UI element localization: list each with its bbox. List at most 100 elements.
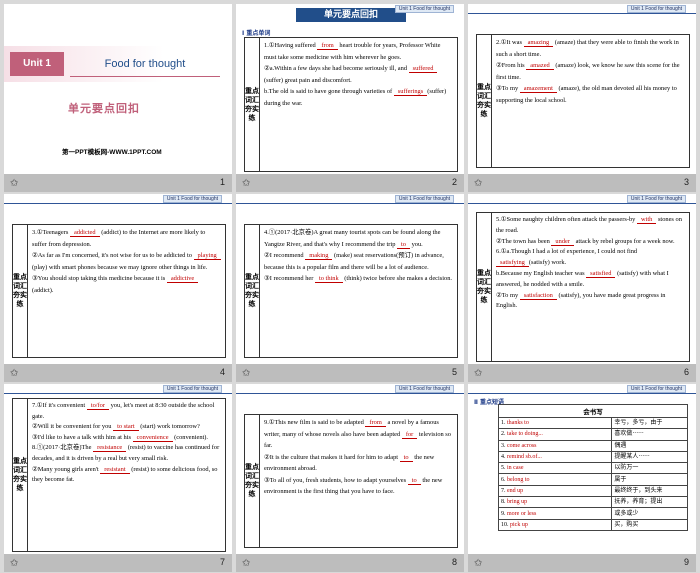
answer-blank: sufferings	[393, 88, 428, 96]
answer-blank: satisfaction	[519, 291, 557, 300]
slide-preview: Unit 1 Food for thought Ⅱ 重点短语 会书写 1. th…	[468, 384, 696, 554]
thumbnail-bar: ✩ 5	[236, 364, 464, 382]
table-row: 4. remind sb.of... 提醒某人······	[497, 450, 688, 464]
exercise-line: b.The old is said to have gone through v…	[264, 88, 447, 107]
exercise-line: 3.①Teenagers addicted (addict) to the In…	[32, 229, 206, 248]
exercise-line: 2.①It was amazing (amaze) that they were…	[496, 39, 679, 58]
slide-thumbnail-1[interactable]: Unit 1 Food for thought 单元要点回扣 第一PPT模板网-…	[4, 4, 232, 192]
table-row: 3. come across 偶遇	[497, 439, 688, 452]
slide-thumbnail-7[interactable]: Unit 1 Food for thought 重点词汇夯实练 7.①If it…	[4, 384, 232, 572]
table-row: 6. belong to 属于	[497, 473, 688, 486]
slide-number: 2	[451, 177, 457, 187]
exercise-line: ②Many young girls aren't resistant (resi…	[32, 465, 218, 484]
star-animation-icon[interactable]: ✩	[242, 178, 250, 189]
slide-preview: Unit 1 Food for thought 重点词汇夯实练 9.①This …	[236, 384, 464, 554]
exercise-line: ②It is the culture that makes it hard fo…	[264, 453, 435, 472]
exercise-line: 8.①(2017·北京卷)The resistance (resist) to …	[32, 444, 220, 462]
answer-blank: playing	[193, 252, 221, 260]
answer-blank: with	[636, 216, 657, 224]
exercise-line: 1.①Having suffered from heart trouble fo…	[264, 42, 441, 61]
side-label: 重点词汇夯实练	[13, 399, 28, 551]
answer-blank: suffered	[408, 65, 438, 73]
answer-blank: to start	[113, 423, 139, 432]
slide-preview: Unit 1 Food for thought 重点词汇夯实练 3.①Teena…	[4, 194, 232, 364]
answer-blank: to	[399, 453, 413, 462]
answer-blank: addictive	[166, 275, 199, 283]
slide-number: 5	[451, 367, 457, 377]
exercise-line: ②Will it be convenient for you to start …	[32, 423, 200, 432]
answer-blank: resistant	[100, 465, 130, 474]
answer-blank: satisfying	[496, 259, 529, 268]
slide-number: 4	[219, 367, 225, 377]
answer-blank: satisfied	[586, 269, 616, 278]
answer-blank: under	[551, 237, 574, 246]
thumbnail-bar: ✩ 8	[236, 554, 464, 572]
table-row: 1. thanks to 幸亏，多亏，由于	[497, 416, 688, 430]
exercise-box: 重点词汇夯实练 9.①This new film is said to be a…	[244, 414, 458, 548]
exercise-line: ③I recommend her to think (think) twice …	[264, 275, 453, 283]
side-label: 重点词汇夯实练	[245, 415, 260, 547]
cover-footer: 第一PPT模板网-WWW.1PPT.COM	[62, 149, 162, 156]
side-label: 重点词汇夯实练	[245, 225, 260, 357]
exercise-line: 9.①This new film is said to be adapted f…	[264, 419, 451, 449]
exercise-line: ②a.Within a few days she had become seri…	[264, 63, 453, 86]
exercise-line: ②As far as I'm concerned, it's not wise …	[32, 250, 221, 273]
star-animation-icon[interactable]: ✩	[10, 558, 18, 569]
thumbnail-bar: ✩ 1	[4, 174, 232, 192]
slide-preview: Unit 1 Food for thought 重点词汇夯实练 5.①Some …	[468, 194, 696, 364]
answer-blank: addicted	[69, 229, 100, 237]
star-animation-icon[interactable]: ✩	[474, 178, 482, 189]
slide-thumbnail-6[interactable]: Unit 1 Food for thought 重点词汇夯实练 5.①Some …	[468, 194, 696, 382]
exercise-line: ③You should stop taking this medicine be…	[32, 273, 221, 296]
answer-blank: convenience	[132, 433, 173, 442]
slide-preview: Unit 1 Food for thought 单元要点回扣 第一PPT模板网-…	[4, 4, 232, 174]
answer-blank: to/for	[86, 402, 110, 410]
header-tag: Unit 1 Food for thought	[394, 5, 454, 13]
exercise-box: 重点词汇夯实练 5.①Some naughty children often a…	[476, 212, 690, 362]
star-animation-icon[interactable]: ✩	[474, 558, 482, 569]
answer-blank: from	[317, 42, 338, 50]
exercise-line: 7.①If it's convenient to/for you, let's …	[32, 402, 215, 420]
cover-title: Food for thought	[70, 52, 220, 77]
star-animation-icon[interactable]: ✩	[474, 368, 482, 379]
exercise-box: 重点词汇夯实练 2.①It was amazing (amaze) that t…	[476, 34, 690, 168]
slide-number: 9	[683, 557, 689, 567]
answer-blank: to	[407, 476, 421, 485]
slide-number: 8	[451, 557, 457, 567]
slide-thumbnail-4[interactable]: Unit 1 Food for thought 重点词汇夯实练 3.①Teena…	[4, 194, 232, 382]
answer-blank: amazed	[526, 62, 554, 70]
slide-number: 3	[683, 177, 689, 187]
slide-thumbnail-3[interactable]: Unit 1 Food for thought 重点词汇夯实练 2.①It wa…	[468, 4, 696, 192]
answer-blank: from	[365, 419, 386, 427]
exercise-line: ③I'd like to have a talk with him at his…	[32, 433, 209, 442]
star-animation-icon[interactable]: ✩	[10, 178, 18, 189]
slide-thumbnail-8[interactable]: Unit 1 Food for thought 重点词汇夯实练 9.①This …	[236, 384, 464, 572]
exercise-line: ③To all of you, fresh students, how to a…	[264, 476, 443, 495]
slide-number: 7	[219, 557, 225, 567]
star-animation-icon[interactable]: ✩	[10, 368, 18, 379]
thumbnail-bar: ✩ 2	[236, 174, 464, 192]
exercise-box: 重点词汇夯实练 3.①Teenagers addicted (addict) t…	[12, 224, 226, 358]
slide-number: 6	[683, 367, 689, 377]
exercise-line: 4.①(2017·北京卷)A great many tourist spots …	[264, 229, 441, 249]
header-tag: Unit 1 Food for thought	[162, 385, 222, 393]
thumbnail-bar: ✩ 4	[4, 364, 232, 382]
slide-thumbnail-9[interactable]: Unit 1 Food for thought Ⅱ 重点短语 会书写 1. th…	[468, 384, 696, 572]
exercise-line: ②I recommend making (make) seat reservat…	[264, 252, 444, 271]
side-label: 重点词汇夯实练	[477, 35, 492, 167]
star-animation-icon[interactable]: ✩	[242, 368, 250, 379]
side-label: 重点词汇夯实练	[245, 38, 260, 171]
exercise-line: 6.①a.Though I had a lot of experience, I…	[496, 248, 638, 268]
star-animation-icon[interactable]: ✩	[242, 558, 250, 569]
slide-preview: Unit 1 Food for thought 重点词汇夯实练 2.①It wa…	[468, 4, 696, 174]
answer-blank: to think	[314, 275, 343, 283]
answer-blank: for	[401, 430, 418, 439]
slide-preview: Unit 1 Food for thought 重点词汇夯实练 7.①If it…	[4, 384, 232, 554]
table-row: 2. take to doing... 喜欢做······	[497, 428, 688, 441]
slide-thumbnail-5[interactable]: Unit 1 Food for thought 重点词汇夯实练 4.①(2017…	[236, 194, 464, 382]
cover-subtitle: 单元要点回扣	[68, 102, 140, 115]
answer-blank: resistance	[93, 444, 127, 453]
table-row: 8. bring up 抚养，养育；提出	[497, 496, 688, 509]
slide-thumbnail-2[interactable]: 单元要点回扣 Unit 1 Food for thought Ⅰ 重点单词 重点…	[236, 4, 464, 192]
header-tag: Unit 1 Food for thought	[626, 195, 686, 203]
